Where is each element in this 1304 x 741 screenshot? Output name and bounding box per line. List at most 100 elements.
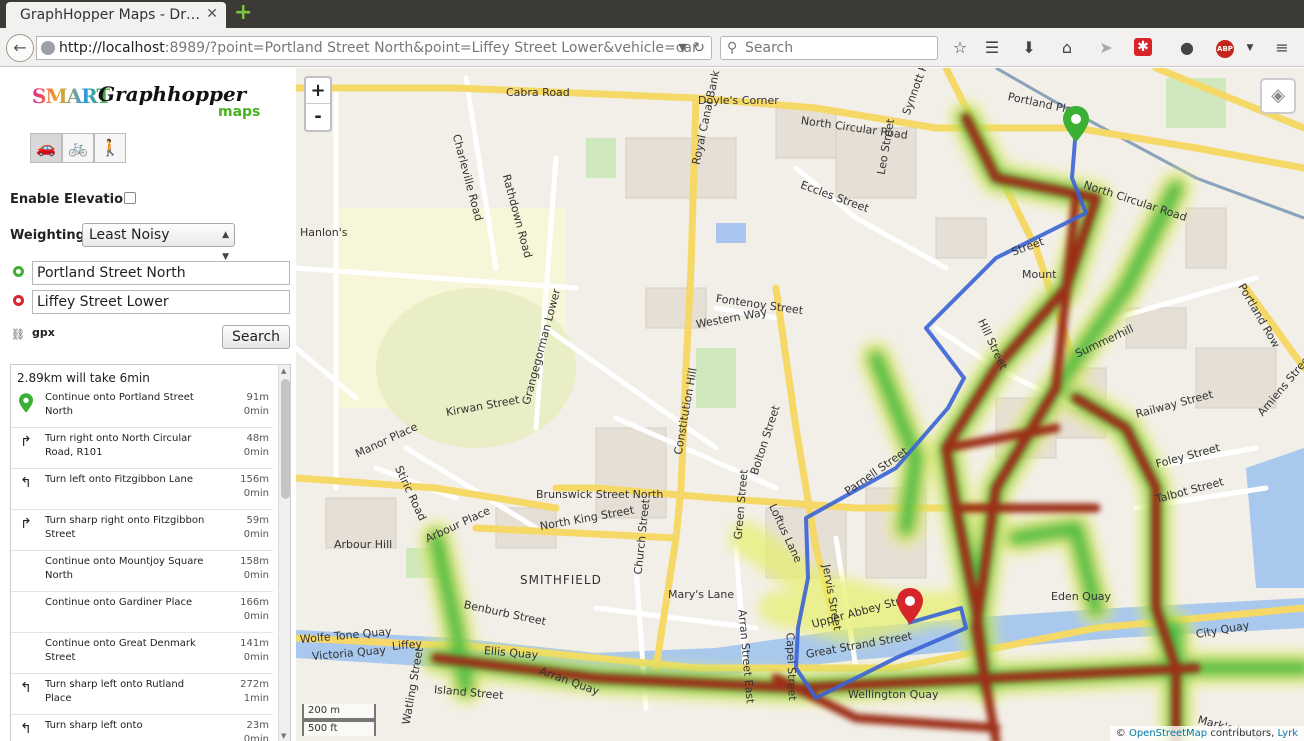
browser-toolbar: ← http://localhost:8989/?point=Portland … [0,28,1304,67]
zoom-out-button[interactable]: - [306,104,330,130]
instruction-row[interactable]: Continue onto Portland Street North 91m 0m… [11,387,273,428]
url-bar[interactable]: http://localhost:8989/?point=Portland St… [36,36,712,60]
turn-sharp-right-icon: ↱ [20,516,32,532]
instruction-text: Continue onto Great Denmark Street [45,638,196,663]
car-button[interactable]: 🚗 [30,133,62,163]
zoom-in-button[interactable]: + [306,78,330,104]
instruction-text: Turn right onto North Circular Road, R10… [45,433,192,458]
layers-icon[interactable]: ◈ [1260,78,1296,114]
instruction-row[interactable]: Continue onto Gardiner Place 166m 0min [11,592,273,633]
close-tab-icon[interactable]: ✕ [206,6,218,22]
instruction-distance: 23m [246,720,269,731]
tab-title: GraphHopper Maps - Dr… [20,7,200,23]
url-dropdown-icon[interactable]: ▼ [679,37,687,59]
bike-button[interactable]: 🚲 [62,133,94,163]
adblock-dropdown-icon[interactable]: ▼ [1238,36,1262,60]
start-marker-icon[interactable] [1063,106,1089,142]
from-input[interactable]: Portland Street North [32,261,290,285]
scale-metric: 200 m [302,704,376,720]
search-button[interactable]: Search [222,325,290,349]
map-attribution: © OpenStreetMap contributors, Lyrk [1109,726,1304,741]
share-icon[interactable]: ➤ [1094,36,1118,60]
download-icon[interactable]: ⬇ [1017,36,1041,60]
logo-maps: maps [218,104,261,120]
district-label: SMITHFIELD [520,573,602,587]
weighting-value: Least Noisy [89,227,170,243]
instruction-row[interactable]: Continue onto Mountjoy Square North 158m 0… [11,551,273,592]
reading-list-icon[interactable]: ☰ [980,36,1004,60]
to-input[interactable]: Liffey Street Lower [32,290,290,314]
new-tab-button[interactable]: + [234,2,252,24]
scroll-up-icon[interactable]: ▲ [281,367,286,375]
instruction-time: 0min [243,734,269,741]
instruction-distance: 158m [240,556,269,567]
addon-icon[interactable]: ✱ [1134,38,1152,56]
logo-graphhopper: Graphhopper [98,82,247,106]
street-label: Mary's Lane [668,588,735,601]
weighting-select[interactable]: Least Noisy ▲ ▼ [82,223,235,262]
instruction-distance: 48m [246,433,269,444]
instruction-distance: 59m [246,515,269,526]
start-point-icon [13,266,24,277]
browser-tab[interactable]: GraphHopper Maps - Dr… ✕ [6,2,226,28]
route-summary: 2.89km will take 6min [17,371,150,385]
instruction-distance: 272m [240,679,269,690]
walk-icon: 🚶 [100,138,120,157]
back-button[interactable]: ← [6,34,34,62]
url-host: http://localhost [59,40,165,56]
weighting-label: Weighting: [10,228,91,243]
instruction-time: 0min [243,570,269,581]
instruction-time: 0min [243,529,269,540]
car-icon: 🚗 [36,138,56,157]
bookmark-star-icon[interactable]: ☆ [948,36,972,60]
instruction-time: 0min [243,406,269,417]
instruction-distance: 141m [240,638,269,649]
osm-link[interactable]: OpenStreetMap [1129,728,1207,739]
browser-search-field[interactable]: ⚲ Search [720,36,938,60]
street-label: Eden Quay [1051,590,1112,603]
graphhopper-logo: SMART Graphhopper maps [32,82,262,124]
instruction-row[interactable]: ↰ Turn sharp left onto Rutland Place 272m 1… [11,674,273,715]
instruction-time: 0min [243,652,269,663]
zoom-control: + - [304,76,332,132]
instruction-row[interactable]: ↱ Turn right onto North Circular Road, R1… [11,428,273,469]
continue-icon [17,557,35,577]
instruction-time: 0min [243,488,269,499]
instruction-distance: 166m [240,597,269,608]
street-label: Hanlon's [300,226,348,239]
instruction-row[interactable]: ↱ Turn sharp right onto Fitzgibbon Street… [11,510,273,551]
continue-icon [17,598,35,618]
scrollbar-thumb[interactable] [281,379,290,499]
start-pin-icon [17,393,35,413]
scale-imperial: 500 ft [302,720,376,736]
elevation-checkbox[interactable] [124,192,136,204]
turn-left-icon: ↰ [20,475,32,491]
end-marker-icon[interactable] [897,588,923,624]
street-label: Cabra Road [506,86,570,99]
instruction-row[interactable]: ↰ Turn left onto Fitzgibbon Lane 156m 0min [11,469,273,510]
instruction-text: Turn sharp left onto Rutland Place [45,679,185,704]
chat-icon[interactable]: ● [1175,36,1199,60]
home-icon[interactable]: ⌂ [1055,36,1079,60]
lyrk-link[interactable]: Lyrk [1278,728,1298,739]
scrollbar[interactable]: ▲ ▼ [278,365,290,741]
search-icon: ⚲ [727,40,738,56]
street-label: Mount [1022,268,1057,281]
browser-tab-bar: GraphHopper Maps - Dr… ✕ + [0,0,1304,28]
link-icon[interactable]: ⛓ [11,328,25,341]
reload-icon[interactable]: ↻ [693,37,705,59]
browser-search-placeholder: Search [745,40,794,56]
walk-button[interactable]: 🚶 [94,133,126,163]
instruction-text: Turn sharp left onto [45,720,143,731]
instruction-text: Continue onto Portland Street North [45,392,194,417]
instruction-row[interactable]: Continue onto Great Denmark Street 141m 0m… [11,633,273,674]
map[interactable]: Cabra Road Doyle's Corner North Circular R… [296,68,1304,741]
adblock-icon[interactable]: ABP [1216,40,1234,58]
bike-icon: 🚲 [68,138,88,157]
gpx-link[interactable]: gpx [32,326,55,339]
menu-icon[interactable]: ≡ [1270,36,1294,60]
instruction-row[interactable]: ↰ Turn sharp left onto 23m 0min [11,715,273,741]
instruction-time: 0min [243,447,269,458]
scroll-down-icon[interactable]: ▼ [281,732,286,740]
scale-bar: 200 m 500 ft [302,704,376,736]
